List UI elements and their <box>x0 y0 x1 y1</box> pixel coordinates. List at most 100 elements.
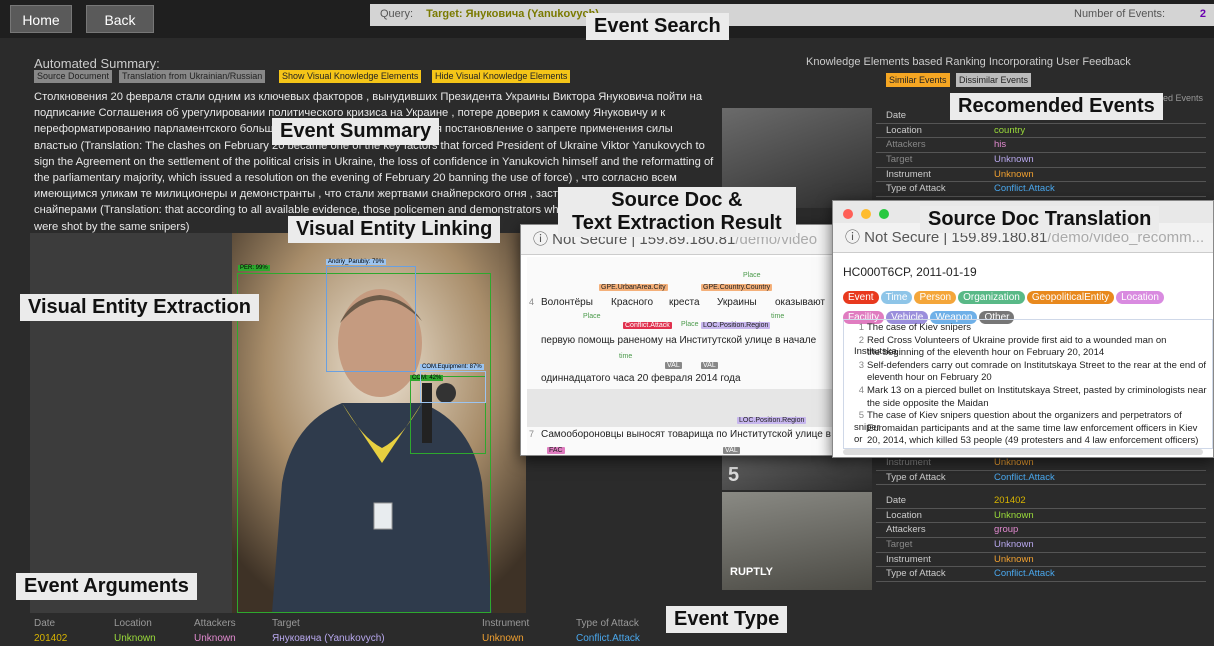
event-field-value: Unknown <box>994 539 1034 551</box>
event-type-callout: Event Type <box>666 606 788 633</box>
translation-line: the beginning of the eleventh hour on Fe… <box>854 347 1208 359</box>
word: Украины <box>717 297 757 308</box>
event-search-callout: Event Search <box>586 13 729 40</box>
event-count-value: 2 <box>1199 8 1206 20</box>
line-text: Самообороновцы выносят товарища по Инсти… <box>541 429 831 440</box>
thumbnail-number: 5 <box>728 464 740 486</box>
recommendation-title: Knowledge Elements based Ranking Incorpo… <box>806 56 1131 68</box>
arg-date: 201402 <box>34 633 68 644</box>
event-arguments-callout: Event Arguments <box>16 573 197 600</box>
event-count: Number of Events: 2 <box>1068 4 1214 26</box>
arg-location: Unknown <box>114 633 156 644</box>
arg-target: Януковича (Yanukovych) <box>272 633 385 644</box>
translation-text: 1 The case of Kiev snipers 2 Red Cross Volu… <box>843 319 1213 449</box>
translation-line: 1 The case of Kiev snipers <box>854 322 1208 334</box>
home-button[interactable]: Home <box>10 5 72 33</box>
word: креста <box>669 297 700 308</box>
event-field-key: Instrument <box>886 168 931 180</box>
translation-line: 20, 2014, which killed 53 people (49 pro… <box>854 435 1208 447</box>
source-doc-callout: Source Doc & Text Extraction Result <box>558 187 796 237</box>
line-text: The case of Kiev snipers <box>867 322 972 333</box>
event-field-key: Instrument <box>886 553 931 565</box>
hide-visual-button[interactable]: Hide Visual Knowledge Elements <box>432 70 571 83</box>
anno-val: VAL <box>665 362 682 369</box>
show-visual-button[interactable]: Show Visual Knowledge Elements <box>279 70 422 83</box>
anno-fac: FAC <box>547 447 565 454</box>
line-text: Self-defenders carry out comrade on Inst… <box>867 359 1207 371</box>
anno-place-3: Place <box>681 321 699 328</box>
visual-entity-linking-callout: Visual Entity Linking <box>288 216 501 243</box>
event-field-value: country <box>994 124 1026 136</box>
anno-place-2: Place <box>583 313 601 320</box>
person-bbox-label: PER: 99% <box>238 265 270 271</box>
entity-type-tag[interactable]: Location <box>1116 291 1164 304</box>
minimize-icon[interactable] <box>861 209 871 219</box>
arg-header: Target <box>272 618 300 629</box>
arg-header: Location <box>114 618 152 629</box>
line-7: 7 Самообороновцы выносят товарища по Инс… <box>527 429 837 443</box>
recommended-events-callout: Recomended Events <box>950 93 1163 120</box>
translation-line: 4 Mark 13 on a pierced bullet on Institut… <box>854 385 1208 397</box>
entity-type-tag[interactable]: Time <box>880 291 913 304</box>
back-button[interactable]: Back <box>86 5 154 33</box>
arg-header: Attackers <box>194 618 236 629</box>
entity-type-tag[interactable]: Person <box>914 291 957 304</box>
translation-window[interactable]: ⓘ Not Secure | 159.89.180.81/demo/video_… <box>832 200 1214 458</box>
event-thumbnail-3[interactable]: RUPTLY <box>722 492 872 590</box>
source-doc-callout-line2: Text Extraction Result <box>572 212 782 234</box>
event-field-key: Type of Attack <box>886 183 946 195</box>
anno-time: time <box>771 313 785 320</box>
anno-conflict-attack: Conflict.Attack <box>623 322 672 329</box>
source-document-button[interactable]: Source Document <box>34 70 113 83</box>
entity-type-tag[interactable]: Event <box>843 291 879 304</box>
event-field-key: Type of Attack <box>886 568 946 580</box>
event-field-value: Unknown <box>994 553 1034 565</box>
arg-type-of-attack: Conflict.Attack <box>576 633 640 644</box>
close-icon[interactable] <box>843 209 853 219</box>
event-field-value: Conflict.Attack <box>994 568 1055 580</box>
anno-val-2: VAL <box>701 362 718 369</box>
event-field-value: Conflict.Attack <box>994 183 1055 195</box>
similar-events-tab[interactable]: Similar Events <box>886 73 950 87</box>
event-field-value: Unknown <box>994 509 1034 521</box>
dissimilar-events-tab[interactable]: Dissimilar Events <box>956 73 1032 87</box>
line-text: the beginning of the eleventh hour on Fe… <box>867 347 1105 359</box>
recommended-event-2[interactable]: Instrument Unknown Type of Attack Conflict… <box>876 456 1206 486</box>
source-doc-window[interactable]: ⓘ Not Secure | 159.89.180.81/demo/video … <box>520 224 838 456</box>
visual-extraction-callout: Visual Entity Extraction <box>20 294 260 321</box>
line-4: 4 Волонтёры Красного креста Украины оказ… <box>527 297 837 311</box>
arg-header: Date <box>34 618 56 629</box>
recommended-event-3[interactable]: Date 201402 Location Unknown Attackers grou… <box>876 494 1206 583</box>
line-number: 4 <box>529 297 535 307</box>
anno-gpe-country: GPE.Country.Country <box>701 284 773 291</box>
ruptly-logo: RUPTLY <box>730 566 773 578</box>
anno-gpe-city: GPE.UrbanArea.City <box>599 284 668 291</box>
line-number: 5 <box>858 410 864 422</box>
doc-id: HC000T6CP, 2011-01-19 <box>843 265 977 279</box>
translation-line: 3 Self-defenders carry out comrade on Ins… <box>854 360 1208 372</box>
horizontal-scrollbar[interactable] <box>843 449 1203 455</box>
word: Волонтёры <box>541 297 593 308</box>
line-4b: первую помощь раненому на Институтской у… <box>541 335 817 346</box>
maximize-icon[interactable] <box>879 209 889 219</box>
summary-title: Automated Summary: <box>34 56 160 71</box>
event-field-value: Unknown <box>994 168 1034 180</box>
entity-type-tag[interactable]: GeopoliticalEntity <box>1026 291 1115 304</box>
text-extraction-area: GPE.UrbanArea.City GPE.Country.Country P… <box>527 257 837 455</box>
entity-type-tag[interactable]: Organization <box>958 291 1025 304</box>
event-field-key: Type of Attack <box>886 471 946 483</box>
event-summary-callout: Event Summary <box>272 118 440 145</box>
event-field-key: Date <box>886 110 907 121</box>
event-arguments-table: Date Location Attackers Target Instrumen… <box>30 616 670 646</box>
line-text: Mark 13 on a pierced bullet on Instituts… <box>867 385 1207 396</box>
event-field-key: Location <box>886 124 922 136</box>
event-field-key: Location <box>886 509 922 521</box>
line-number: 7 <box>529 429 535 439</box>
translation-button[interactable]: Translation from Ukrainian/Russian <box>119 70 266 83</box>
line-text: 20, 2014, which killed 53 people (49 pro… <box>867 435 1199 447</box>
recommended-event-1[interactable]: Date201402 Locationcountry Attackershis … <box>876 109 1206 198</box>
event-field-key: Date <box>886 495 907 506</box>
word: Красного <box>611 297 654 308</box>
event-field-key: Attackers <box>886 524 926 536</box>
word: оказывают <box>775 297 825 308</box>
